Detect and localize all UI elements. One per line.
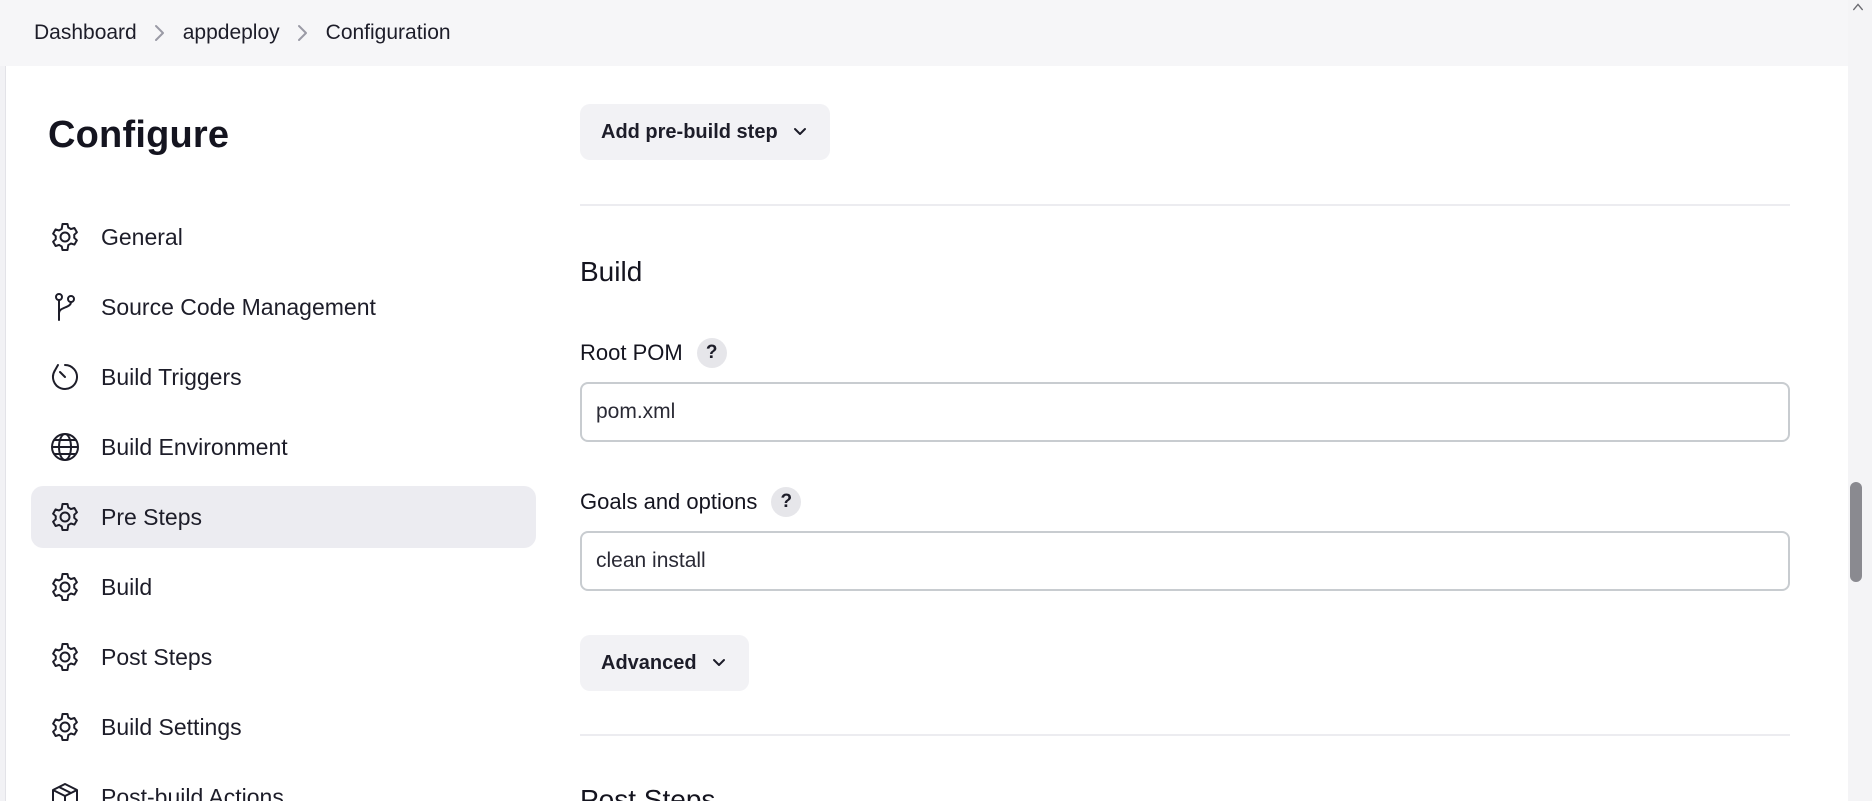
sidebar-item-build-environment[interactable]: Build Environment (31, 416, 536, 478)
root-pom-label-row: Root POM ? (580, 338, 727, 368)
breadcrumb: Dashboard appdeploy Configuration (0, 0, 1848, 66)
sidebar-item-label: General (101, 223, 183, 250)
section-divider (580, 204, 1790, 206)
goals-and-options-label: Goals and options (580, 489, 758, 514)
branch-icon (49, 291, 81, 323)
breadcrumb-appdeploy[interactable]: appdeploy (183, 21, 280, 45)
goals-help-button[interactable]: ? (771, 487, 802, 517)
sidebar-item-label: Build Environment (101, 433, 288, 460)
advanced-button[interactable]: Advanced (580, 635, 749, 691)
scroll-up-arrow-icon[interactable] (1850, 0, 1866, 14)
gear-icon (49, 711, 81, 743)
sidebar: Configure General Source Code Management… (0, 66, 560, 801)
sidebar-item-build-settings[interactable]: Build Settings (31, 696, 536, 758)
advanced-label: Advanced (601, 651, 697, 674)
chevron-down-icon (711, 655, 727, 671)
sidebar-nav: General Source Code Management Build Tri… (31, 206, 536, 801)
section-divider (580, 734, 1790, 736)
sidebar-item-label: Build Triggers (101, 363, 242, 390)
add-pre-build-step-label: Add pre-build step (601, 120, 778, 143)
scrollbar-thumb[interactable] (1850, 482, 1862, 582)
sidebar-item-general[interactable]: General (31, 206, 536, 268)
root-pom-help-button[interactable]: ? (696, 338, 727, 368)
gear-icon (49, 501, 81, 533)
sidebar-item-label: Post-build Actions (101, 783, 284, 801)
sidebar-item-label: Pre Steps (101, 503, 202, 530)
sidebar-item-pre-steps[interactable]: Pre Steps (31, 486, 536, 548)
globe-icon (49, 431, 81, 463)
breadcrumb-configuration[interactable]: Configuration (326, 21, 451, 45)
root-pom-input[interactable] (580, 382, 1790, 442)
package-icon (49, 781, 81, 801)
sidebar-item-label: Build Settings (101, 713, 242, 740)
root-pom-label: Root POM (580, 340, 683, 365)
sidebar-item-label: Build (101, 573, 153, 600)
scrollbar-track[interactable] (1848, 0, 1872, 801)
clock-icon (49, 361, 81, 393)
sidebar-item-label: Source Code Management (101, 293, 376, 320)
main-content: Add pre-build step Build Root POM ? Goal… (580, 66, 1790, 801)
breadcrumb-dashboard[interactable]: Dashboard (34, 21, 137, 45)
goals-label-row: Goals and options ? (580, 487, 802, 517)
sidebar-item-label: Post Steps (101, 643, 213, 670)
chevron-right-icon (280, 23, 326, 43)
goals-and-options-input[interactable] (580, 531, 1790, 591)
chevron-right-icon (137, 23, 183, 43)
sidebar-item-post-steps[interactable]: Post Steps (31, 626, 536, 688)
add-pre-build-step-button[interactable]: Add pre-build step (580, 104, 830, 160)
build-section-title: Build (580, 256, 643, 287)
sidebar-item-post-build-actions[interactable]: Post-build Actions (31, 766, 536, 801)
sidebar-item-build-triggers[interactable]: Build Triggers (31, 346, 536, 408)
gear-icon (49, 641, 81, 673)
chevron-down-icon (792, 124, 808, 140)
gear-icon (49, 221, 81, 253)
gear-icon (49, 571, 81, 603)
page-title: Configure (48, 114, 230, 156)
sidebar-item-build[interactable]: Build (31, 556, 536, 618)
post-steps-section-title: Post Steps (580, 784, 716, 801)
sidebar-item-source-code-management[interactable]: Source Code Management (31, 276, 536, 338)
